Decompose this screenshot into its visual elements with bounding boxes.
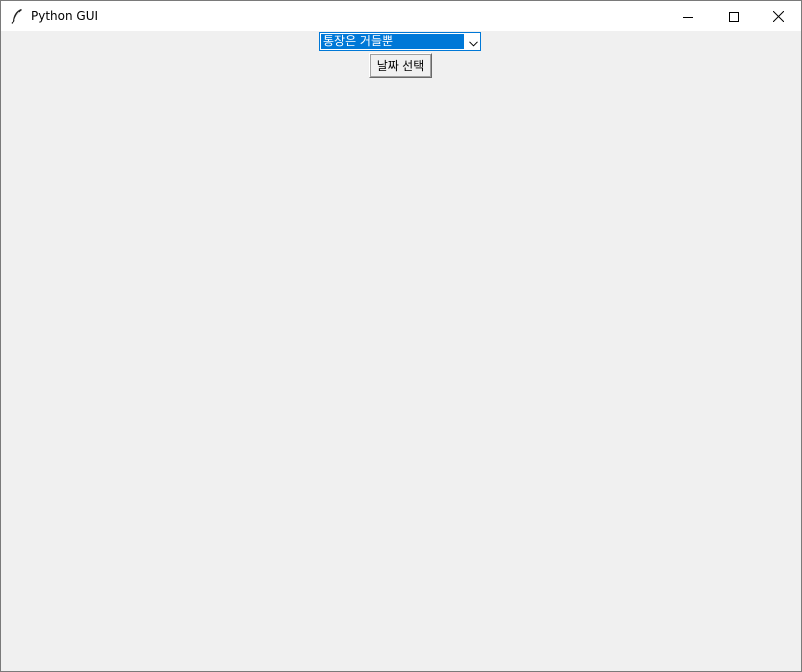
close-button[interactable]: [755, 1, 801, 31]
minimize-button[interactable]: [665, 1, 711, 31]
app-window: Python GUI 통장은 거들뿐 날짜 선택: [0, 0, 802, 672]
window-title: Python GUI: [31, 9, 99, 23]
minimize-icon: [683, 7, 693, 26]
select-date-button[interactable]: 날짜 선택: [369, 53, 432, 78]
combobox-selected-value[interactable]: 통장은 거들뿐: [321, 34, 464, 49]
maximize-icon: [729, 7, 739, 26]
client-area: 통장은 거들뿐 날짜 선택: [1, 31, 801, 671]
feather-icon: [10, 8, 24, 24]
title-bar[interactable]: Python GUI: [1, 1, 801, 31]
close-icon: [772, 7, 784, 26]
chevron-down-icon: [468, 32, 478, 51]
maximize-button[interactable]: [711, 1, 757, 31]
account-combobox[interactable]: 통장은 거들뿐: [319, 32, 481, 51]
combobox-dropdown-button[interactable]: [466, 34, 480, 49]
